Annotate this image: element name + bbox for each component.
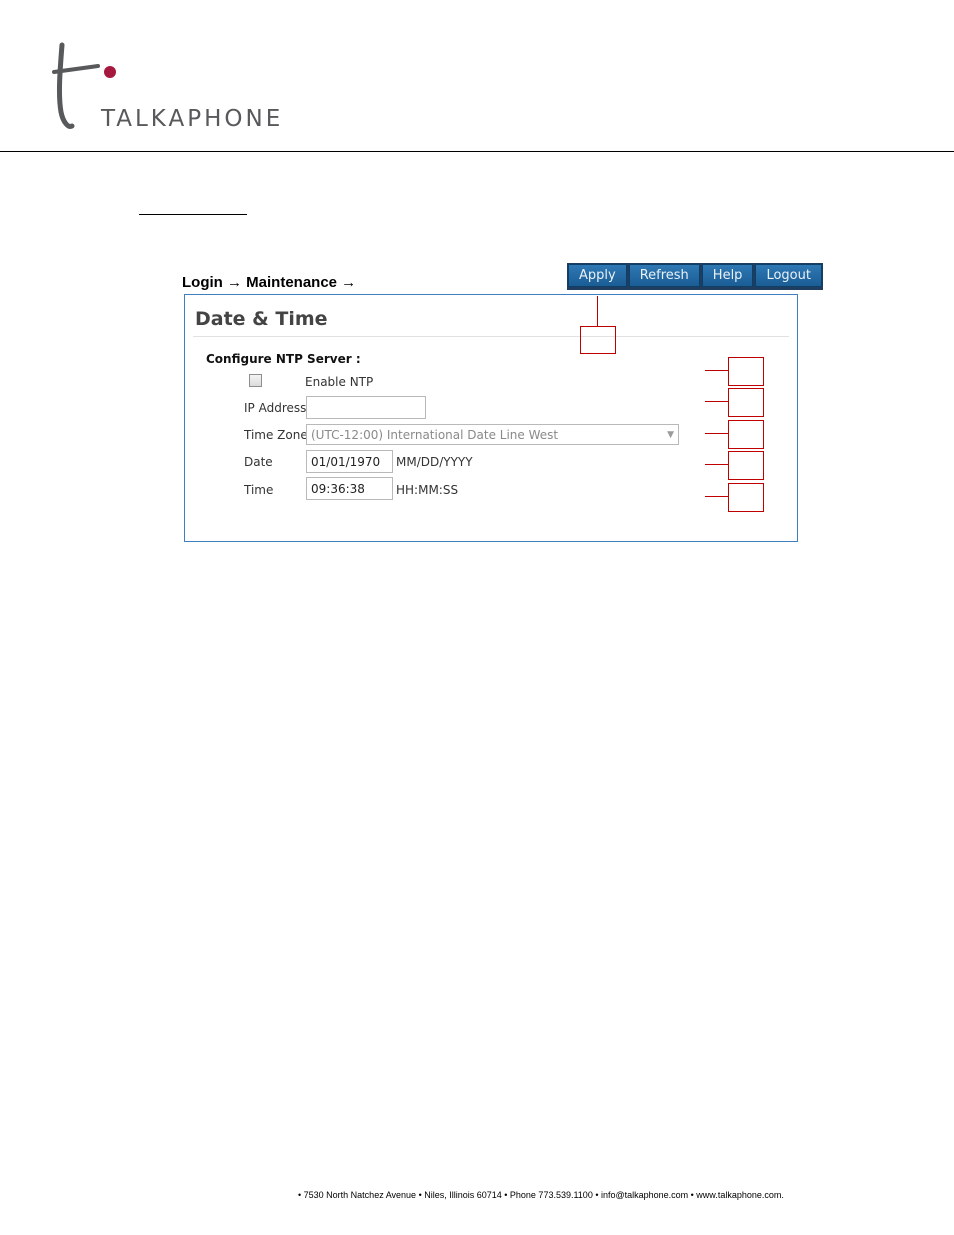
breadcrumb: Login → Maintenance → bbox=[182, 274, 357, 291]
page-title: Date & Time bbox=[195, 308, 328, 330]
chevron-down-icon: ▼ bbox=[667, 429, 674, 440]
refresh-button[interactable]: Refresh bbox=[628, 264, 700, 287]
apply-callout-line bbox=[597, 296, 598, 326]
date-label: Date bbox=[244, 455, 273, 469]
time-callout-line bbox=[705, 496, 728, 497]
enable-ntp-callout-line bbox=[705, 370, 728, 371]
time-callout-box bbox=[728, 483, 764, 512]
date-format-hint: MM/DD/YYYY bbox=[396, 455, 473, 469]
apply-callout-box bbox=[580, 326, 616, 354]
enable-ntp-callout-box bbox=[728, 357, 764, 386]
time-zone-callout-line bbox=[705, 433, 728, 434]
time-input[interactable]: 09:36:38 bbox=[306, 477, 393, 500]
time-zone-select[interactable]: (UTC-12:00) International Date Line West… bbox=[306, 424, 679, 445]
apply-button[interactable]: Apply bbox=[568, 264, 627, 287]
ip-address-input[interactable] bbox=[306, 396, 426, 419]
ip-address-callout-line bbox=[705, 401, 728, 402]
title-divider bbox=[193, 336, 789, 337]
time-zone-callout-box bbox=[728, 420, 764, 449]
header-divider bbox=[0, 151, 954, 152]
logout-button[interactable]: Logout bbox=[755, 264, 822, 287]
date-input[interactable]: 01/01/1970 bbox=[306, 450, 393, 473]
footer-contact: • 7530 North Natchez Avenue • Niles, Ill… bbox=[298, 1190, 784, 1200]
time-format-hint: HH:MM:SS bbox=[396, 483, 459, 497]
date-time-panel: Date & Time Configure NTP Server : Enabl… bbox=[184, 294, 798, 542]
toolbar: Apply Refresh Help Logout bbox=[567, 263, 823, 290]
section-heading-underline bbox=[139, 214, 247, 215]
brand-wordmark: TALKAPHONE bbox=[101, 106, 284, 132]
time-zone-value: (UTC-12:00) International Date Line West bbox=[311, 427, 559, 442]
date-callout-box bbox=[728, 451, 764, 480]
time-zone-label: Time Zone bbox=[244, 428, 308, 442]
ip-address-callout-box bbox=[728, 388, 764, 417]
enable-ntp-label: Enable NTP bbox=[305, 375, 374, 389]
ntp-section-title: Configure NTP Server : bbox=[206, 352, 361, 366]
time-label: Time bbox=[244, 483, 274, 497]
enable-ntp-checkbox[interactable] bbox=[249, 374, 262, 387]
date-callout-line bbox=[705, 464, 728, 465]
ip-address-label: IP Address bbox=[244, 401, 307, 415]
help-button[interactable]: Help bbox=[701, 264, 754, 287]
